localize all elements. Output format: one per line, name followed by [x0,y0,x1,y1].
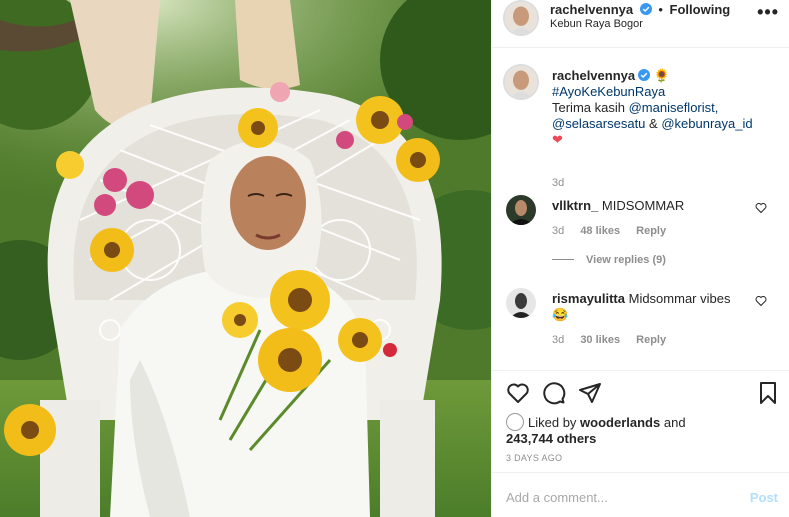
post-photo[interactable] [0,0,491,517]
reply-button[interactable]: Reply [636,334,666,346]
comment-like-heart-icon[interactable] [755,202,767,214]
caption-avatar[interactable] [503,64,539,100]
replies-line [552,259,574,260]
comment-likes[interactable]: 48 likes [580,225,620,237]
caption-time[interactable]: 3d [552,177,564,189]
comment-likes[interactable]: 30 likes [580,334,620,346]
caption-username[interactable]: rachelvennya [552,68,635,83]
comment-meta: 3d 48 likes Reply [552,225,679,237]
view-replies-button[interactable]: View replies (9) [552,254,666,266]
commenter-avatar[interactable] [506,195,536,225]
post-header: rachelvennya • Following Kebun Raya Bogo… [492,0,789,48]
verified-badge-icon [638,69,651,81]
verified-badge-icon [639,3,652,15]
hashtag-link[interactable]: #AyoKeKebunRaya [552,84,665,99]
header-line: rachelvennya • Following [550,2,730,17]
paper-plane-icon[interactable] [578,381,602,405]
author-avatar[interactable] [503,0,539,36]
add-comment-input[interactable]: Add a comment... [506,490,608,505]
ampersand: & [649,116,658,131]
add-comment-bar: Add a comment... Post [492,472,789,517]
post-location[interactable]: Kebun Raya Bogor [550,18,643,30]
posted-ago: 3 DAYS AGO [506,453,563,463]
comment-meta: 3d 30 likes Reply [552,334,679,346]
view-replies-label: View replies (9) [586,254,666,266]
liker-avatar [506,413,524,431]
caption-text: rachelvennya 🌻 #AyoKeKebunRaya Terima ka… [552,68,782,148]
author-username[interactable]: rachelvennya [550,2,633,17]
commenter-username[interactable]: vllktrn_ [552,198,598,213]
reply-button[interactable]: Reply [636,225,666,237]
following-button[interactable]: Following [670,2,731,17]
likes-others-count[interactable]: 243,744 others [506,431,596,446]
post-comment-button[interactable]: Post [750,490,778,505]
likes-summary[interactable]: Liked by wooderlands and 243,744 others [506,413,686,447]
post-actions: Liked by wooderlands and 243,744 others … [492,370,789,471]
caption-prefix: Terima kasih [552,100,625,115]
mention-selasarsesatu[interactable]: @selasarsesatu [552,116,645,131]
comment-body: MIDSOMMAR [601,198,685,213]
comment-text: vllktrn_ MIDSOMMAR [552,198,752,214]
sunflower-emoji: 🌻 [653,68,670,83]
more-options-icon[interactable]: ••• [757,2,779,23]
likes-and: and [663,415,686,430]
mention-maniseflorist[interactable]: @maniseflorist, [629,100,719,115]
comment-like-heart-icon[interactable] [755,295,767,307]
comment-bubble-icon[interactable] [542,381,566,405]
mention-kebunraya[interactable]: @kebunraya_id [661,116,752,131]
comments-scroll-area[interactable]: rachelvennya 🌻 #AyoKeKebunRaya Terima ka… [492,48,789,370]
commenter-avatar[interactable] [506,288,536,318]
comment-time[interactable]: 3d [552,225,564,237]
red-heart-emoji: ❤ [552,132,563,147]
heart-icon[interactable] [506,381,530,405]
liker-username[interactable]: wooderlands [580,415,660,430]
comment-body: Midsommar vibes [628,291,731,306]
bookmark-icon[interactable] [756,381,780,405]
photo-illustration [0,0,491,517]
laughing-emoji: 😂 [552,307,569,322]
likes-prefix: Liked by [528,415,577,430]
commenter-username[interactable]: rismayulitta [552,291,625,306]
comment-time[interactable]: 3d [552,334,564,346]
post-side-panel: rachelvennya • Following Kebun Raya Bogo… [491,0,789,517]
comment-text: rismayulitta Midsommar vibes 😂 [552,291,752,323]
separator-dot: • [658,2,663,17]
